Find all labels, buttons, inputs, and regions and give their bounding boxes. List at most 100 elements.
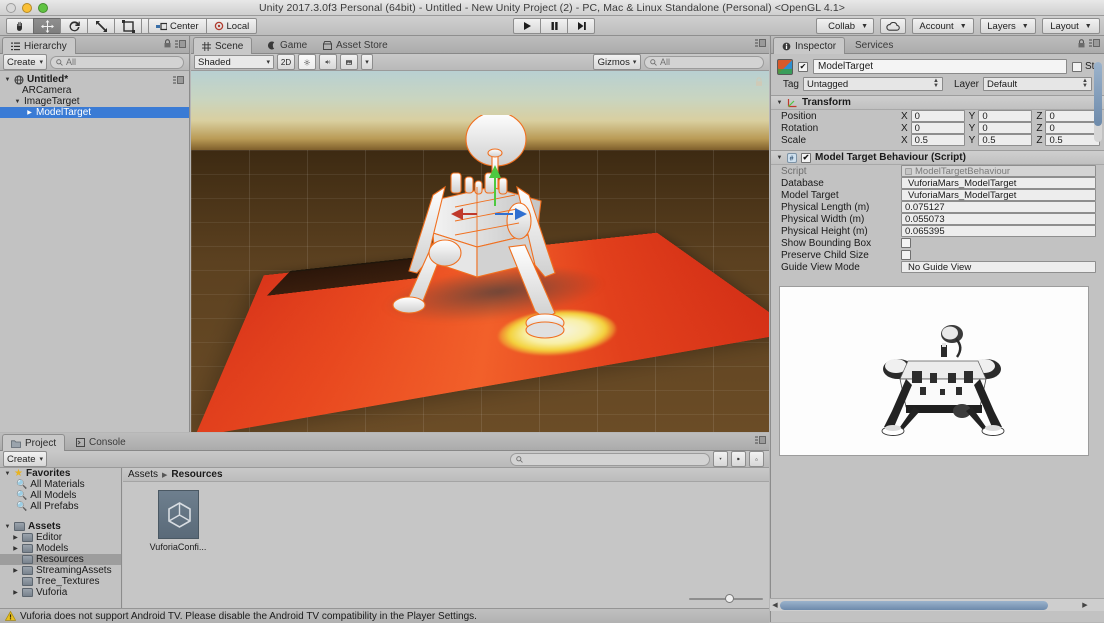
play-button[interactable] [513, 18, 541, 34]
close-icon[interactable] [6, 3, 16, 13]
project-content-pane[interactable]: Assets ▶ Resources VuforiaConfi... [123, 468, 769, 608]
scene-lighting-toggle[interactable] [298, 54, 316, 70]
breadcrumb[interactable]: Assets ▶ Resources [123, 468, 769, 482]
hierarchy-item-scene[interactable]: Untitled* [0, 74, 189, 85]
rotation-z-input[interactable]: 0 [1045, 122, 1101, 134]
hierarchy-tree[interactable]: Untitled* ARCamera ImageTarget ModelTarg… [0, 71, 189, 118]
scene-2d-toggle[interactable]: 2D [277, 54, 295, 70]
filter-by-type-button[interactable] [713, 451, 728, 467]
hierarchy-create-button[interactable]: Create ▾ [3, 54, 47, 70]
chevron-right-icon[interactable] [12, 589, 19, 596]
layer-dropdown[interactable]: Default ▲ ▼ [983, 77, 1092, 91]
model-target-row[interactable]: Model Target VuforiaMars_ModelTarget [771, 189, 1104, 201]
project-search-input[interactable] [510, 452, 710, 466]
chevron-down-icon[interactable] [4, 77, 11, 83]
asset-zoom-slider[interactable] [689, 593, 763, 605]
scene-draw-mode-dropdown[interactable]: Shaded ▾ [194, 55, 274, 69]
static-checkbox[interactable] [1071, 61, 1082, 72]
hierarchy-item-imagetarget[interactable]: ImageTarget [0, 96, 189, 107]
transform-position-row[interactable]: Position X 0 Y 0 Z 0 [771, 110, 1104, 122]
rotation-y-input[interactable]: 0 [978, 122, 1033, 134]
chevron-down-icon[interactable] [776, 100, 783, 106]
physical-height-row[interactable]: Physical Height (m) 0.065395 [771, 225, 1104, 237]
scene-search-input[interactable]: All [644, 55, 764, 69]
tab-console[interactable]: Console [68, 434, 134, 451]
scene-gizmos-button[interactable]: Gizmos ▾ [593, 54, 641, 70]
chevron-right-icon[interactable] [12, 534, 19, 541]
project-item-resources[interactable]: Resources [0, 554, 121, 565]
favorite-button[interactable] [749, 451, 764, 467]
position-x-input[interactable]: 0 [910, 110, 965, 122]
scale-tool-button[interactable] [87, 18, 115, 34]
position-y-input[interactable]: 0 [978, 110, 1033, 122]
object-name-input[interactable]: ModelTarget [813, 59, 1067, 74]
database-dropdown[interactable]: VuforiaMars_ModelTarget [901, 177, 1096, 189]
chevron-right-icon[interactable] [12, 567, 19, 574]
tab-hierarchy[interactable]: Hierarchy [2, 37, 76, 54]
preserve-child-size-checkbox[interactable] [901, 250, 911, 260]
pivot-rotation-group[interactable]: Center Local [148, 18, 258, 34]
hand-tool-button[interactable] [6, 18, 34, 34]
inspector-tab-controls[interactable] [1078, 39, 1100, 48]
guide-view-mode-dropdown[interactable]: No Guide View [901, 261, 1096, 273]
minimize-icon[interactable] [22, 3, 32, 13]
model-target-lander[interactable] [359, 115, 609, 360]
chevron-down-icon[interactable] [4, 471, 11, 477]
hscroll-thumb[interactable] [780, 600, 1048, 610]
panel-menu-icon[interactable] [175, 39, 186, 48]
asset-item[interactable]: VuforiaConfi... [139, 490, 217, 552]
project-tree[interactable]: ★ Favorites 🔍 All Materials 🔍 All Models… [0, 468, 122, 608]
object-enabled-checkbox[interactable]: ✔ [798, 61, 808, 72]
hierarchy-search-input[interactable]: All [50, 55, 184, 69]
scene-menu-icon[interactable] [173, 75, 184, 84]
rotation-x-input[interactable]: 0 [910, 122, 965, 134]
scene-audio-toggle[interactable] [319, 54, 337, 70]
transform-component-header[interactable]: Transform [771, 95, 1104, 110]
scene-lock-icon[interactable] [755, 77, 763, 87]
rect-tool-button[interactable] [114, 18, 142, 34]
maximize-icon[interactable] [38, 3, 48, 13]
modeltarget-component-header[interactable]: # ✔ Model Target Behaviour (Script) [771, 150, 1104, 165]
preserve-child-size-row[interactable]: Preserve Child Size [771, 249, 1104, 261]
chevron-down-icon[interactable] [14, 99, 21, 105]
physical-width-row[interactable]: Physical Width (m) 0.055073 [771, 213, 1104, 225]
tab-services[interactable]: Services [847, 37, 901, 54]
project-item-tree-textures[interactable]: Tree_Textures [0, 576, 121, 587]
account-button[interactable]: Account ▼ [912, 18, 974, 34]
project-item-all-materials[interactable]: 🔍 All Materials [0, 479, 121, 490]
status-bar[interactable]: Vuforia does not support Android TV. Ple… [0, 608, 769, 623]
scene-viewport[interactable]: x y z ◄ Persp [191, 71, 769, 432]
pivot-mode-button[interactable]: Center [148, 18, 207, 34]
tab-scene[interactable]: Scene [193, 37, 253, 54]
guide-view-mode-row[interactable]: Guide View Mode No Guide View [771, 261, 1104, 273]
chevron-right-icon[interactable] [26, 109, 33, 116]
project-tab-controls[interactable] [755, 436, 766, 447]
tab-project[interactable]: Project [2, 434, 66, 451]
show-bounding-box-row[interactable]: Show Bounding Box [771, 237, 1104, 249]
scene-fx-dropdown[interactable]: ▾ [361, 54, 373, 70]
physical-length-row[interactable]: Physical Length (m) 0.075127 [771, 201, 1104, 213]
layout-button[interactable]: Layout ▼ [1042, 18, 1100, 34]
lock-icon[interactable] [164, 39, 171, 48]
pause-button[interactable] [540, 18, 568, 34]
inspector-scroll-thumb[interactable] [1094, 62, 1102, 126]
collab-button[interactable]: Collab ▼ [816, 18, 874, 34]
hierarchy-item-arcamera[interactable]: ARCamera [0, 85, 189, 96]
toolbar-right-group[interactable]: Collab ▼ Account ▼ Layers ▼ Layout ▼ [816, 18, 1100, 34]
scene-fx-toggle[interactable] [340, 54, 358, 70]
playback-controls[interactable] [513, 18, 595, 34]
chevron-down-icon[interactable] [776, 155, 783, 161]
project-item-editor[interactable]: Editor [0, 532, 121, 543]
filter-by-label-button[interactable] [731, 451, 746, 467]
project-item-vuforia[interactable]: Vuforia [0, 587, 121, 598]
inspector-vertical-scrollbar[interactable] [1094, 62, 1102, 142]
component-enabled-checkbox[interactable]: ✔ [801, 152, 811, 163]
panel-menu-icon[interactable] [1089, 39, 1100, 47]
tab-asset-store[interactable]: Asset Store [315, 37, 396, 54]
project-item-all-models[interactable]: 🔍 All Models [0, 490, 121, 501]
project-item-favorites[interactable]: ★ Favorites [0, 468, 121, 479]
slider-knob[interactable] [725, 594, 734, 603]
cloud-button[interactable] [880, 18, 906, 34]
layers-button[interactable]: Layers ▼ [980, 18, 1036, 34]
show-bounding-box-checkbox[interactable] [901, 238, 911, 248]
